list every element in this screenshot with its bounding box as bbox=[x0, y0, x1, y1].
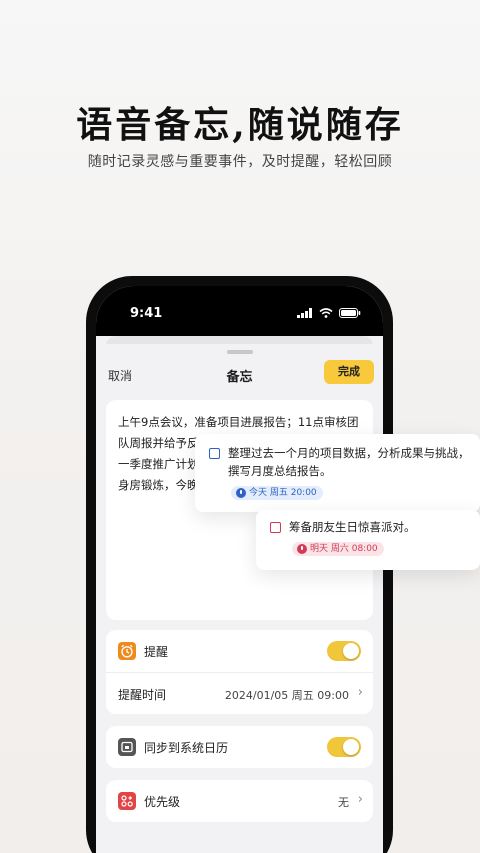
reminder-row: 提醒 bbox=[106, 630, 373, 672]
reminder-time-label: 提醒时间 bbox=[118, 688, 167, 702]
hero-title: 语音备忘,随说随存 bbox=[76, 104, 404, 146]
clock-icon bbox=[297, 544, 307, 554]
task-due-text: 今天 周五 20:00 bbox=[249, 488, 317, 498]
reminder-label: 提醒 bbox=[144, 645, 169, 659]
calendar-group: 同步到系统日历 bbox=[106, 726, 373, 768]
chevron-right-icon: › bbox=[357, 792, 363, 807]
task-checkbox[interactable] bbox=[209, 448, 220, 459]
status-bar: 9:41 bbox=[96, 286, 383, 336]
sync-calendar-label: 同步到系统日历 bbox=[144, 741, 229, 755]
reminder-time-value: 2024/01/05 周五 09:00 bbox=[224, 689, 349, 702]
floating-task-card[interactable]: 筹备朋友生日惊喜派对。 明天 周六 08:00 bbox=[256, 510, 480, 570]
hero-subtitle: 随时记录灵感与重要事件，及时提醒，轻松回顾 bbox=[87, 154, 393, 170]
floating-task-card[interactable]: 整理过去一个月的项目数据，分析成果与挑战，撰写月度总结报告。 今天 周五 20:… bbox=[195, 434, 480, 512]
chevron-right-icon: › bbox=[357, 685, 363, 700]
battery-icon bbox=[339, 308, 361, 318]
reminder-group: 提醒 提醒时间 2024/01/05 周五 09:00 › bbox=[106, 630, 373, 714]
task-due-tag: 今天 周五 20:00 bbox=[231, 486, 323, 500]
done-button[interactable]: 完成 bbox=[324, 360, 374, 384]
alarm-clock-icon bbox=[118, 642, 136, 660]
priority-label: 优先级 bbox=[144, 795, 181, 809]
reminder-toggle[interactable] bbox=[327, 641, 361, 661]
task-checkbox[interactable] bbox=[270, 522, 281, 533]
priority-group: 优先级 无 › bbox=[106, 780, 373, 822]
priority-grid-icon bbox=[118, 792, 136, 810]
task-due-text: 明天 周六 08:00 bbox=[310, 544, 378, 554]
sync-calendar-row: 同步到系统日历 bbox=[106, 726, 373, 768]
wifi-icon bbox=[319, 308, 333, 318]
memo-nav-bar: 取消 备忘 完成 bbox=[96, 360, 383, 390]
reminder-time-row[interactable]: 提醒时间 2024/01/05 周五 09:00 › bbox=[106, 672, 373, 714]
task-text: 筹备朋友生日惊喜派对。 bbox=[289, 520, 416, 534]
task-due-tag: 明天 周六 08:00 bbox=[292, 542, 384, 556]
priority-value: 无 bbox=[338, 796, 349, 809]
signal-icon bbox=[297, 308, 312, 318]
priority-row[interactable]: 优先级 无 › bbox=[106, 780, 373, 822]
calendar-icon bbox=[118, 738, 136, 756]
sheet-grabber[interactable] bbox=[226, 350, 253, 354]
clock-icon bbox=[236, 488, 246, 498]
status-icons bbox=[297, 308, 361, 318]
status-time: 9:41 bbox=[130, 306, 163, 321]
memo-sheet: 取消 备忘 完成 上午9点会议，准备项目进展报告；11点审核团队周报并给予反馈；… bbox=[96, 344, 383, 853]
task-text: 整理过去一个月的项目数据，分析成果与挑战，撰写月度总结报告。 bbox=[228, 446, 470, 478]
sync-calendar-toggle[interactable] bbox=[327, 737, 361, 757]
